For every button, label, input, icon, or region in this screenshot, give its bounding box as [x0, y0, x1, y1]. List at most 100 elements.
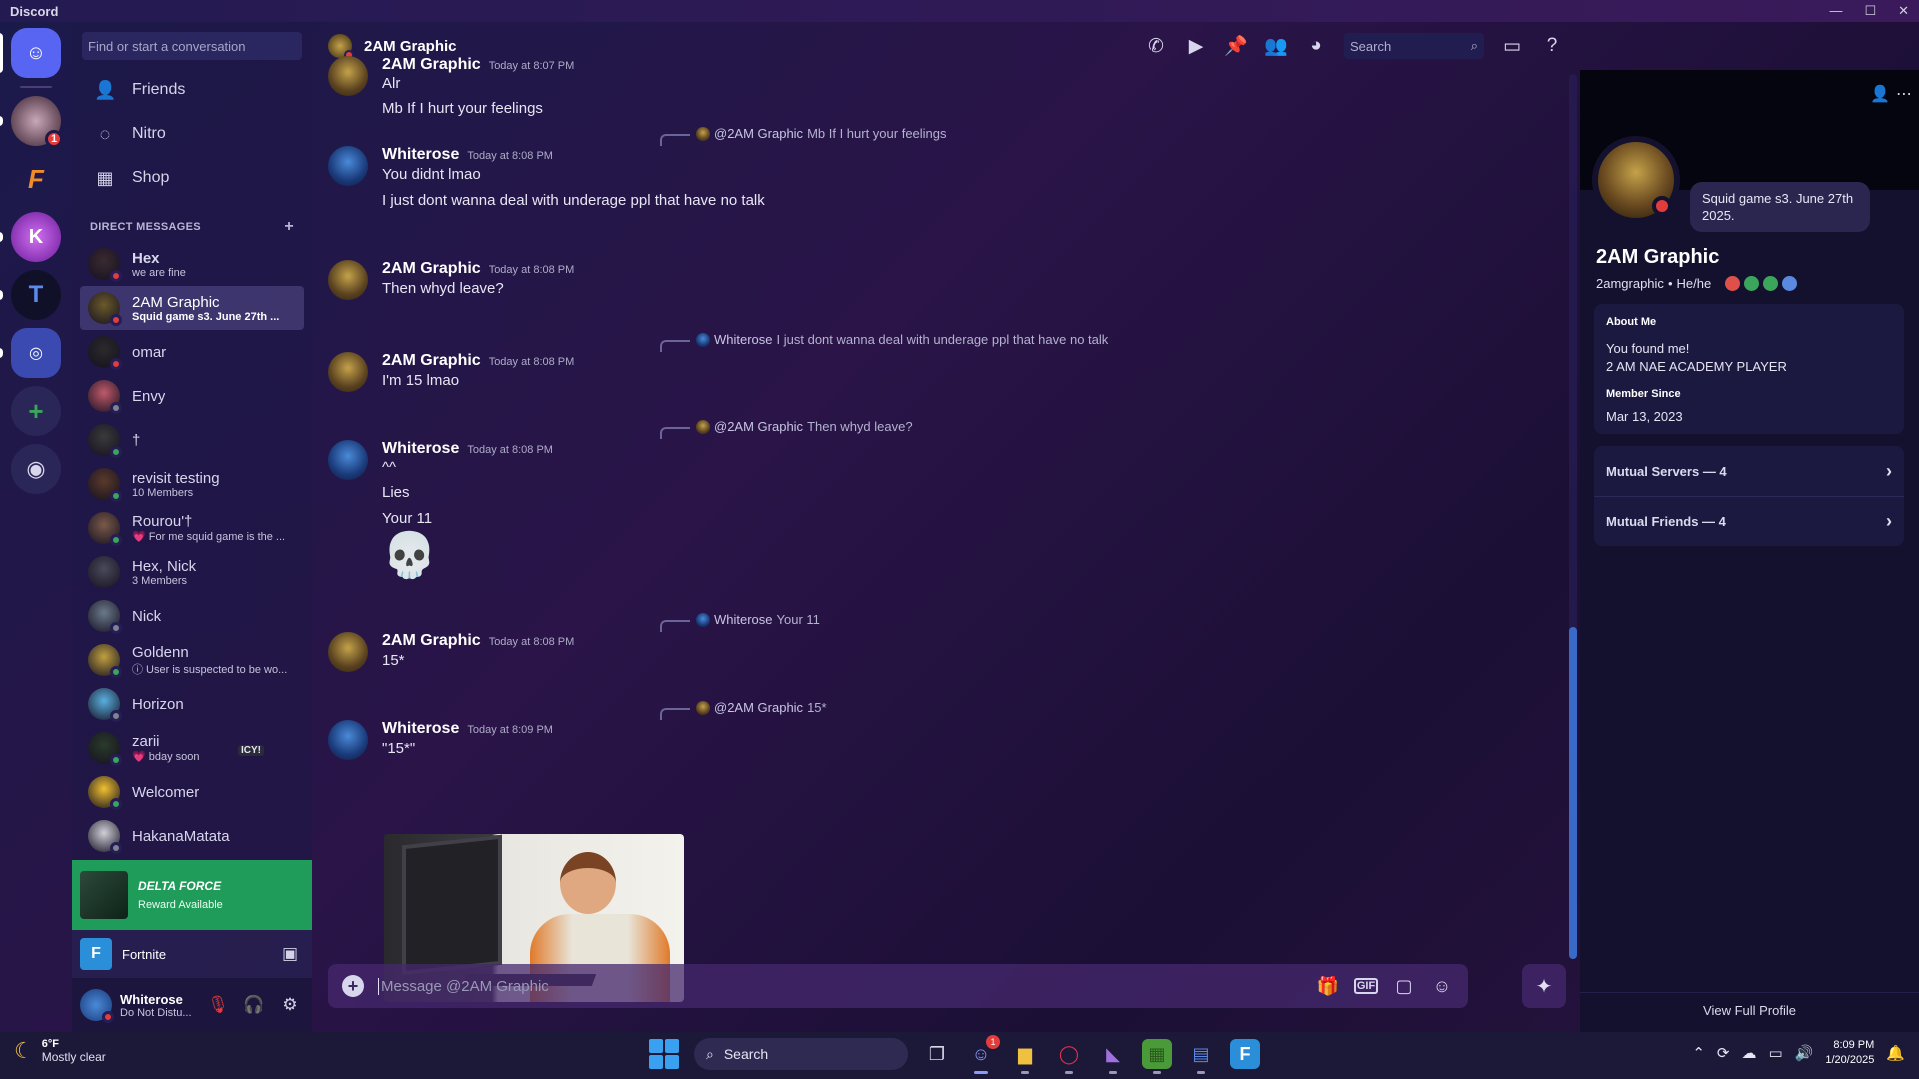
clock[interactable]: 8:09 PM 1/20/2025	[1825, 1038, 1874, 1068]
onedrive-cloud-icon[interactable]: ☁	[1742, 1044, 1757, 1062]
server-folder[interactable]: ◎	[0, 328, 61, 378]
opera-icon[interactable]: ◯	[1054, 1039, 1084, 1074]
badge-icon[interactable]	[1725, 276, 1741, 291]
add-server-button[interactable]: +	[11, 386, 61, 436]
activity-panel[interactable]: F Fortnite ▣	[72, 930, 312, 978]
promo-banner[interactable]: DELTA FORCE Reward Available	[72, 860, 312, 930]
user-profile-icon[interactable]: ◕	[1304, 35, 1328, 57]
author-name[interactable]: 2AM Graphic	[382, 632, 481, 650]
add-friend-icon[interactable]: 👤	[1870, 84, 1890, 104]
attach-plus-icon[interactable]: +	[342, 975, 364, 997]
reply-reference[interactable]: @2AM Graphic Then whyd leave?	[660, 419, 913, 439]
badge-icon[interactable]	[1763, 276, 1779, 291]
dm-item[interactable]: †	[80, 418, 304, 462]
start-button[interactable]	[648, 1038, 680, 1070]
mic-muted-icon[interactable]: 🎙	[204, 995, 232, 1015]
dm-item[interactable]: Nick	[80, 594, 304, 638]
author-avatar[interactable]	[328, 146, 368, 186]
dm-item[interactable]: Goldenn ⓘ User is suspected to be wo...	[80, 638, 304, 682]
minecraft-icon[interactable]: ▦	[1142, 1039, 1172, 1074]
author-avatar[interactable]	[328, 720, 368, 760]
taskbar-search[interactable]: ⌕ Search	[694, 1038, 908, 1070]
nav-friends[interactable]: 👤 Friends	[72, 68, 312, 112]
author-name[interactable]: 2AM Graphic	[382, 260, 481, 278]
author-name[interactable]: 2AM Graphic	[382, 352, 481, 370]
weather-widget[interactable]: ☾ 6°F Mostly clear	[14, 1038, 106, 1064]
nav-nitro[interactable]: ◌ Nitro	[72, 112, 312, 156]
chevron-up-icon[interactable]: ⌃	[1692, 1044, 1705, 1062]
dm-item[interactable]: Hex we are fine	[80, 242, 304, 286]
dm-item[interactable]: revisit testing 10 Members	[80, 462, 304, 506]
create-dm-button[interactable]: +	[284, 218, 294, 236]
volume-icon[interactable]: 🔊	[1795, 1044, 1814, 1062]
reply-reference[interactable]: Whiterose I just dont wanna deal with un…	[660, 332, 1108, 352]
home-button[interactable]: ☺	[0, 28, 61, 78]
author-name[interactable]: Whiterose	[382, 146, 459, 164]
gif-icon[interactable]: GIF	[1354, 978, 1378, 994]
voice-call-icon[interactable]: ✆	[1144, 35, 1168, 58]
inbox-icon[interactable]: ▭	[1500, 35, 1524, 58]
maximize-button[interactable]: ☐	[1864, 3, 1876, 19]
dm-item[interactable]: Rourou'† 💗 For me squid game is the ...	[80, 506, 304, 550]
server-icon-k[interactable]: K	[0, 212, 61, 262]
message-input[interactable]: Message @2AM Graphic	[378, 977, 1302, 995]
file-explorer-icon[interactable]: ▆	[1010, 1039, 1040, 1074]
fortnite-taskbar-icon[interactable]: F	[1230, 1039, 1260, 1069]
author-avatar[interactable]	[328, 440, 368, 480]
emoji-icon[interactable]: ☺	[1430, 976, 1454, 997]
discover-button[interactable]: ◉	[11, 444, 61, 494]
add-friend-icon[interactable]: 👥	[1264, 34, 1288, 58]
server-icon-t[interactable]: T	[0, 270, 61, 320]
dm-item[interactable]: 2AM Graphic Squid game s3. June 27th ...	[80, 286, 304, 330]
headphones-icon[interactable]: 🎧	[240, 995, 268, 1015]
author-name[interactable]: Whiterose	[382, 440, 459, 458]
video-call-icon[interactable]: ▶	[1184, 35, 1208, 58]
find-conversation-input[interactable]: Find or start a conversation	[82, 32, 302, 60]
view-full-profile-link[interactable]: View Full Profile	[1580, 992, 1919, 1032]
profile-avatar[interactable]	[1592, 136, 1680, 224]
sticker-icon[interactable]: ▢	[1392, 976, 1416, 997]
pin-icon[interactable]: 📌	[1224, 34, 1248, 58]
app-launcher-icon[interactable]: ✦	[1522, 964, 1566, 1008]
badge-icon[interactable]	[1782, 276, 1798, 291]
author-name[interactable]: 2AM Graphic	[382, 56, 481, 74]
author-avatar[interactable]	[328, 56, 368, 96]
dm-item[interactable]: omar	[80, 330, 304, 374]
reply-reference[interactable]: @2AM Graphic Mb If I hurt your feelings	[660, 126, 947, 146]
nav-shop[interactable]: ▦ Shop	[72, 156, 312, 200]
more-options-icon[interactable]: ⋯	[1896, 84, 1912, 104]
dm-item[interactable]: HakanaMatata	[80, 814, 304, 858]
author-avatar[interactable]	[328, 352, 368, 392]
chat-scrollbar[interactable]	[1569, 74, 1577, 959]
dm-item[interactable]: Welcomer	[80, 770, 304, 814]
sync-icon[interactable]: ⟳	[1717, 1044, 1730, 1062]
help-icon[interactable]: ?	[1540, 35, 1564, 57]
dm-item[interactable]: Hex, Nick 3 Members	[80, 550, 304, 594]
dm-item[interactable]: zarii 💗 bday soon ICY!	[80, 726, 304, 770]
scrollbar-thumb[interactable]	[1569, 627, 1577, 959]
discord-taskbar-icon[interactable]: ☺ 1	[966, 1035, 1000, 1074]
user-avatar[interactable]	[80, 989, 114, 1023]
reply-reference[interactable]: @2AM Graphic 15*	[660, 700, 827, 720]
network-icon[interactable]: ▭	[1769, 1044, 1783, 1062]
screen-share-icon[interactable]: ▣	[276, 944, 304, 964]
mutual-servers-row[interactable]: Mutual Servers — 4 ›	[1594, 446, 1904, 496]
settings-gear-icon[interactable]: ⚙	[276, 995, 304, 1015]
badge-icon[interactable]	[1744, 276, 1760, 291]
author-avatar[interactable]	[328, 260, 368, 300]
visual-studio-icon[interactable]: ◣	[1098, 1039, 1128, 1074]
dm-item[interactable]: Horizon	[80, 682, 304, 726]
header-search[interactable]: Search ⌕	[1344, 33, 1484, 59]
close-button[interactable]: ✕	[1898, 3, 1909, 19]
notification-bell-icon[interactable]: 🔔	[1886, 1044, 1905, 1062]
reply-reference[interactable]: Whiterose Your 11	[660, 612, 820, 632]
dm-item[interactable]: Envy	[80, 374, 304, 418]
server-icon-avatar[interactable]: 1	[0, 96, 63, 148]
author-name[interactable]: Whiterose	[382, 720, 459, 738]
gift-icon[interactable]: 🎁	[1316, 976, 1340, 997]
minimize-button[interactable]: —	[1829, 3, 1842, 19]
mutual-friends-row[interactable]: Mutual Friends — 4 ›	[1594, 496, 1904, 546]
server-icon-fortnite[interactable]: F	[11, 154, 61, 204]
task-view-icon[interactable]: ❐	[922, 1039, 952, 1069]
author-avatar[interactable]	[328, 632, 368, 672]
